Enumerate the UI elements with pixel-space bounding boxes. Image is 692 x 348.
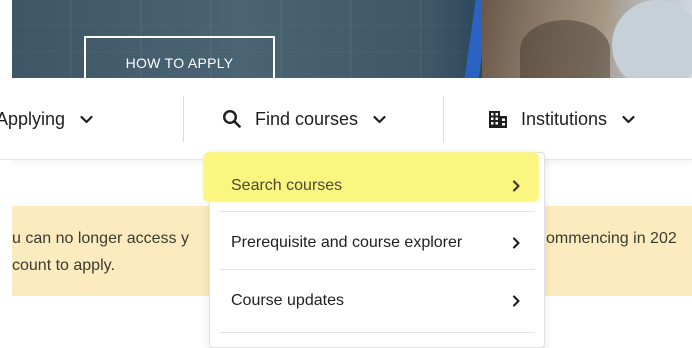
dropdown-item-search-courses[interactable]: Search courses xyxy=(219,157,535,215)
nav-item-institutions[interactable]: Institutions xyxy=(487,78,636,160)
page-left-edge xyxy=(0,0,12,78)
page-left-edge xyxy=(0,160,12,348)
nav-divider xyxy=(443,96,444,142)
nav-item-find-courses[interactable]: Find courses xyxy=(221,78,387,160)
chevron-down-icon xyxy=(79,112,94,127)
alert-text-line2: count to apply. xyxy=(12,257,115,274)
chevron-right-icon xyxy=(509,179,523,193)
alert-text-line1-right: ommencing in 202 xyxy=(546,230,677,247)
dropdown-item-label: Course updates xyxy=(231,292,344,309)
hero-banner: HOW TO APPLY xyxy=(0,0,692,78)
chevron-right-icon xyxy=(509,294,523,308)
nav-item-label: Applying xyxy=(0,108,66,129)
chevron-down-icon xyxy=(621,112,636,127)
dropdown-item-label: Prerequisite and course explorer xyxy=(231,234,463,251)
nav-item-applying[interactable]: Applying xyxy=(0,78,183,160)
nav-item-label: Find courses xyxy=(255,108,359,129)
search-icon xyxy=(221,108,243,130)
dropdown-divider xyxy=(219,269,535,270)
chevron-right-icon xyxy=(509,236,523,250)
dropdown-item-label: Search courses xyxy=(231,177,343,194)
alert-text-line1: u can no longer access y xyxy=(12,230,189,247)
nav-item-label: Institutions xyxy=(521,108,608,129)
dropdown-item-prerequisite-explorer[interactable]: Prerequisite and course explorer xyxy=(219,214,535,272)
nav-divider xyxy=(183,96,184,142)
main-nav: Applying Find courses Institutions xyxy=(0,78,692,160)
chevron-down-icon xyxy=(372,112,387,127)
hero-photo-shadow xyxy=(520,20,610,78)
dropdown-divider xyxy=(219,332,535,333)
how-to-apply-button[interactable]: HOW TO APPLY xyxy=(84,36,275,78)
building-icon xyxy=(487,108,509,130)
dropdown-divider xyxy=(219,211,535,212)
dropdown-item-course-updates[interactable]: Course updates xyxy=(219,272,535,330)
